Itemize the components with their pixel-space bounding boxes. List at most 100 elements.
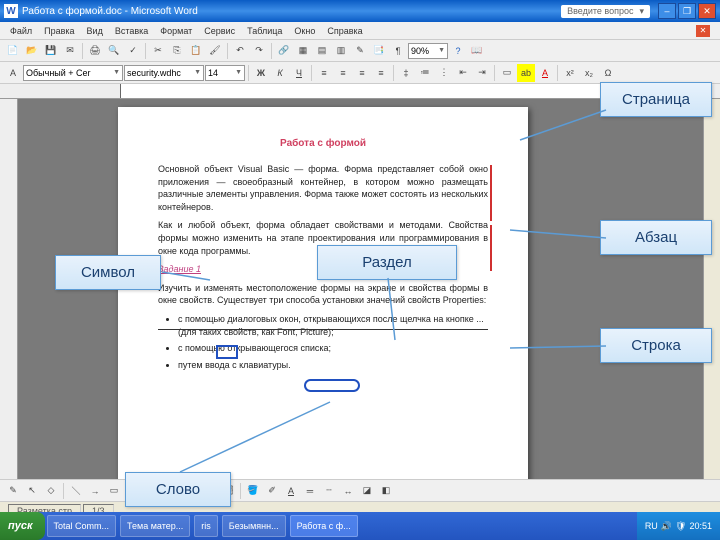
task-text: Изучить и изменять местоположение формы …	[158, 282, 488, 307]
align-left-icon[interactable]: ≡	[315, 64, 333, 82]
menu-table[interactable]: Таблица	[247, 26, 282, 36]
bullets-icon[interactable]: ⋮	[435, 64, 453, 82]
preview-icon[interactable]: 🔍	[105, 42, 123, 60]
align-center-icon[interactable]: ≡	[334, 64, 352, 82]
window-title: Работа с формой.doc - Microsoft Word	[22, 6, 198, 17]
word-icon: W	[4, 4, 18, 18]
task-item[interactable]: Total Comm...	[47, 515, 117, 537]
numbering-icon[interactable]: ≔	[416, 64, 434, 82]
menu-format[interactable]: Формат	[160, 26, 192, 36]
lang-indicator[interactable]: RU	[645, 521, 658, 531]
underline-icon[interactable]: Ч	[290, 64, 308, 82]
callout-section: Раздел	[317, 245, 457, 280]
draw-menu[interactable]: ✎	[4, 482, 22, 500]
menu-tools[interactable]: Сервис	[204, 26, 235, 36]
tray-icon[interactable]: 🔊	[661, 521, 672, 532]
spellcheck-icon[interactable]: ✓	[124, 42, 142, 60]
menu-insert[interactable]: Вставка	[115, 26, 148, 36]
styles-icon[interactable]: A	[4, 64, 22, 82]
clock[interactable]: 20:51	[689, 521, 712, 531]
vertical-ruler[interactable]	[0, 99, 18, 479]
divider	[158, 329, 488, 330]
outdent-icon[interactable]: ⇤	[454, 64, 472, 82]
open-icon[interactable]: 📂	[23, 42, 41, 60]
save-icon[interactable]: 💾	[42, 42, 60, 60]
line-style-icon[interactable]: ═	[301, 482, 319, 500]
doc-title: Работа с формой	[158, 137, 488, 151]
drawing-icon[interactable]: ✎	[351, 42, 369, 60]
table-icon[interactable]: ▦	[294, 42, 312, 60]
docmap-icon[interactable]: 📑	[370, 42, 388, 60]
menu-edit[interactable]: Правка	[44, 26, 74, 36]
rectangle-icon[interactable]: ▭	[105, 482, 123, 500]
fill-color-icon[interactable]: 🪣	[244, 482, 262, 500]
autoshapes-icon[interactable]: ◇	[42, 482, 60, 500]
line-icon[interactable]: ＼	[67, 482, 85, 500]
italic-icon[interactable]: К	[271, 64, 289, 82]
help-icon[interactable]: ?	[449, 42, 467, 60]
vertical-scrollbar[interactable]	[703, 99, 720, 479]
new-icon[interactable]: 📄	[4, 42, 22, 60]
close-button[interactable]: ✕	[698, 3, 716, 19]
task-item[interactable]: Безымянн...	[222, 515, 286, 537]
close-document-button[interactable]: ✕	[696, 25, 710, 37]
mail-icon[interactable]: ✉	[61, 42, 79, 60]
select-arrow-icon[interactable]: ↖	[23, 482, 41, 500]
align-right-icon[interactable]: ≡	[353, 64, 371, 82]
hyperlink-icon[interactable]: 🔗	[275, 42, 293, 60]
3d-icon[interactable]: ◧	[377, 482, 395, 500]
redo-icon[interactable]: ↷	[250, 42, 268, 60]
borders-icon[interactable]: ▭	[498, 64, 516, 82]
superscript-icon[interactable]: x²	[561, 64, 579, 82]
symbol-omega-icon[interactable]: Ω	[599, 64, 617, 82]
linespacing-icon[interactable]: ‡	[397, 64, 415, 82]
font-combo[interactable]: security.wdhc▼	[124, 65, 204, 81]
task-list: с помощью диалоговых окон, открывающихся…	[178, 313, 488, 371]
line-color-icon[interactable]: ✐	[263, 482, 281, 500]
menu-view[interactable]: Вид	[87, 26, 103, 36]
task-item[interactable]: ris	[194, 515, 218, 537]
menu-window[interactable]: Окно	[294, 26, 315, 36]
size-combo[interactable]: 14▼	[205, 65, 245, 81]
bold-icon[interactable]: Ж	[252, 64, 270, 82]
undo-icon[interactable]: ↶	[231, 42, 249, 60]
paragraph-marker	[490, 165, 492, 221]
taskbar: пуск Total Comm... Тема матер... ris Без…	[0, 512, 720, 540]
help-search-box[interactable]: Введите вопрос ▾	[561, 5, 650, 18]
justify-icon[interactable]: ≡	[372, 64, 390, 82]
title-bar: W Работа с формой.doc - Microsoft Word В…	[0, 0, 720, 22]
subscript-icon[interactable]: x₂	[580, 64, 598, 82]
dash-style-icon[interactable]: ┄	[320, 482, 338, 500]
callout-symbol: Символ	[55, 255, 161, 290]
maximize-button[interactable]: ❐	[678, 3, 696, 19]
system-tray[interactable]: RU 🔊 🛡 20:51	[637, 512, 720, 540]
task-item-active[interactable]: Работа с ф...	[290, 515, 358, 537]
list-item: с помощью диалоговых окон, открывающихся…	[178, 313, 488, 338]
menu-help[interactable]: Справка	[327, 26, 362, 36]
paragraph-marks-icon[interactable]: ¶	[389, 42, 407, 60]
font-color-icon2[interactable]: A	[282, 482, 300, 500]
indent-icon[interactable]: ⇥	[473, 64, 491, 82]
document-page: Работа с формой Основной объект Visual B…	[118, 107, 528, 479]
copy-icon[interactable]: ⎘	[168, 42, 186, 60]
task-item[interactable]: Тема матер...	[120, 515, 190, 537]
callout-paragraph: Абзац	[600, 220, 712, 255]
cut-icon[interactable]: ✂	[149, 42, 167, 60]
format-painter-icon[interactable]: 🖌	[206, 42, 224, 60]
arrow-style-icon[interactable]: ↔	[339, 482, 357, 500]
zoom-combo[interactable]: 90%▼	[408, 43, 448, 59]
read-icon[interactable]: 📖	[468, 42, 486, 60]
start-button[interactable]: пуск	[0, 512, 45, 540]
tray-icon[interactable]: 🛡	[675, 521, 686, 532]
highlight-icon[interactable]: ab	[517, 64, 535, 82]
style-combo[interactable]: Обычный + Cer▼	[23, 65, 123, 81]
menu-file[interactable]: Файл	[10, 26, 32, 36]
minimize-button[interactable]: –	[658, 3, 676, 19]
excel-icon[interactable]: ▤	[313, 42, 331, 60]
columns-icon[interactable]: ▥	[332, 42, 350, 60]
arrow-icon[interactable]: →	[86, 482, 104, 500]
print-icon[interactable]: 🖨	[86, 42, 104, 60]
shadow-icon[interactable]: ◪	[358, 482, 376, 500]
font-color-icon[interactable]: A	[536, 64, 554, 82]
paste-icon[interactable]: 📋	[187, 42, 205, 60]
